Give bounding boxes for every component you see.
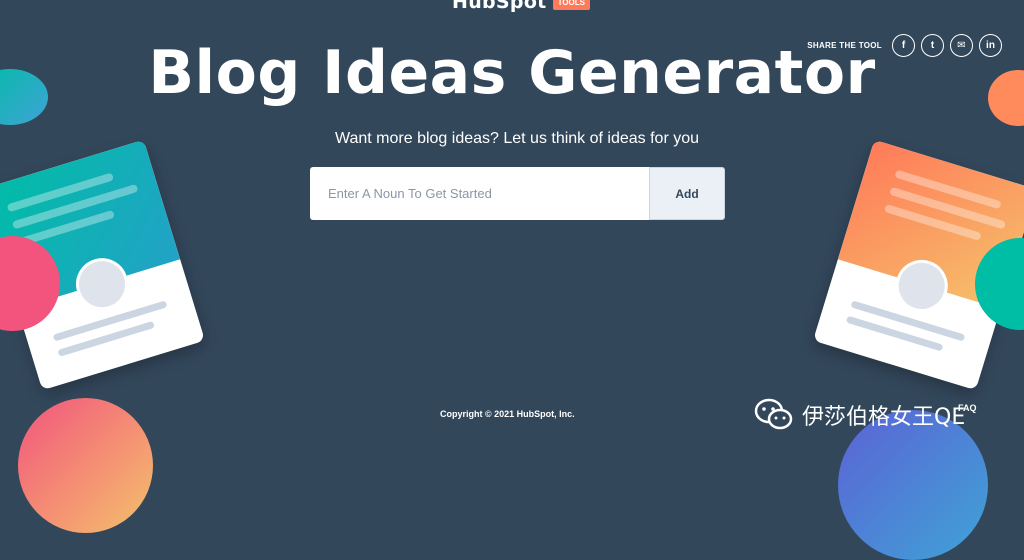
page-title: Blog Ideas Generator — [148, 38, 876, 108]
decor-circle-orange-bottom — [18, 398, 153, 533]
decor-circle-blue-bottom-right — [838, 410, 988, 560]
wechat-watermark: 伊莎伯格女王QE — [754, 398, 965, 432]
page-subtitle: Want more blog ideas? Let us think of id… — [334, 130, 700, 147]
noun-form: Add — [310, 167, 725, 220]
noun-input[interactable] — [310, 167, 649, 220]
tools-badge: TOOLS — [552, 0, 590, 10]
wechat-icon — [754, 398, 793, 430]
watermark-text: 伊莎伯格女王QE — [802, 405, 966, 430]
copyright-text: Copyright © 2021 HubSpot, Inc. — [440, 409, 575, 419]
add-button[interactable]: Add — [649, 167, 725, 220]
logo-text: HubSpot — [452, 0, 547, 13]
faq-label[interactable]: FAQ — [958, 403, 977, 413]
hubspot-logo[interactable]: HubSpot TOOLS — [452, 0, 590, 13]
